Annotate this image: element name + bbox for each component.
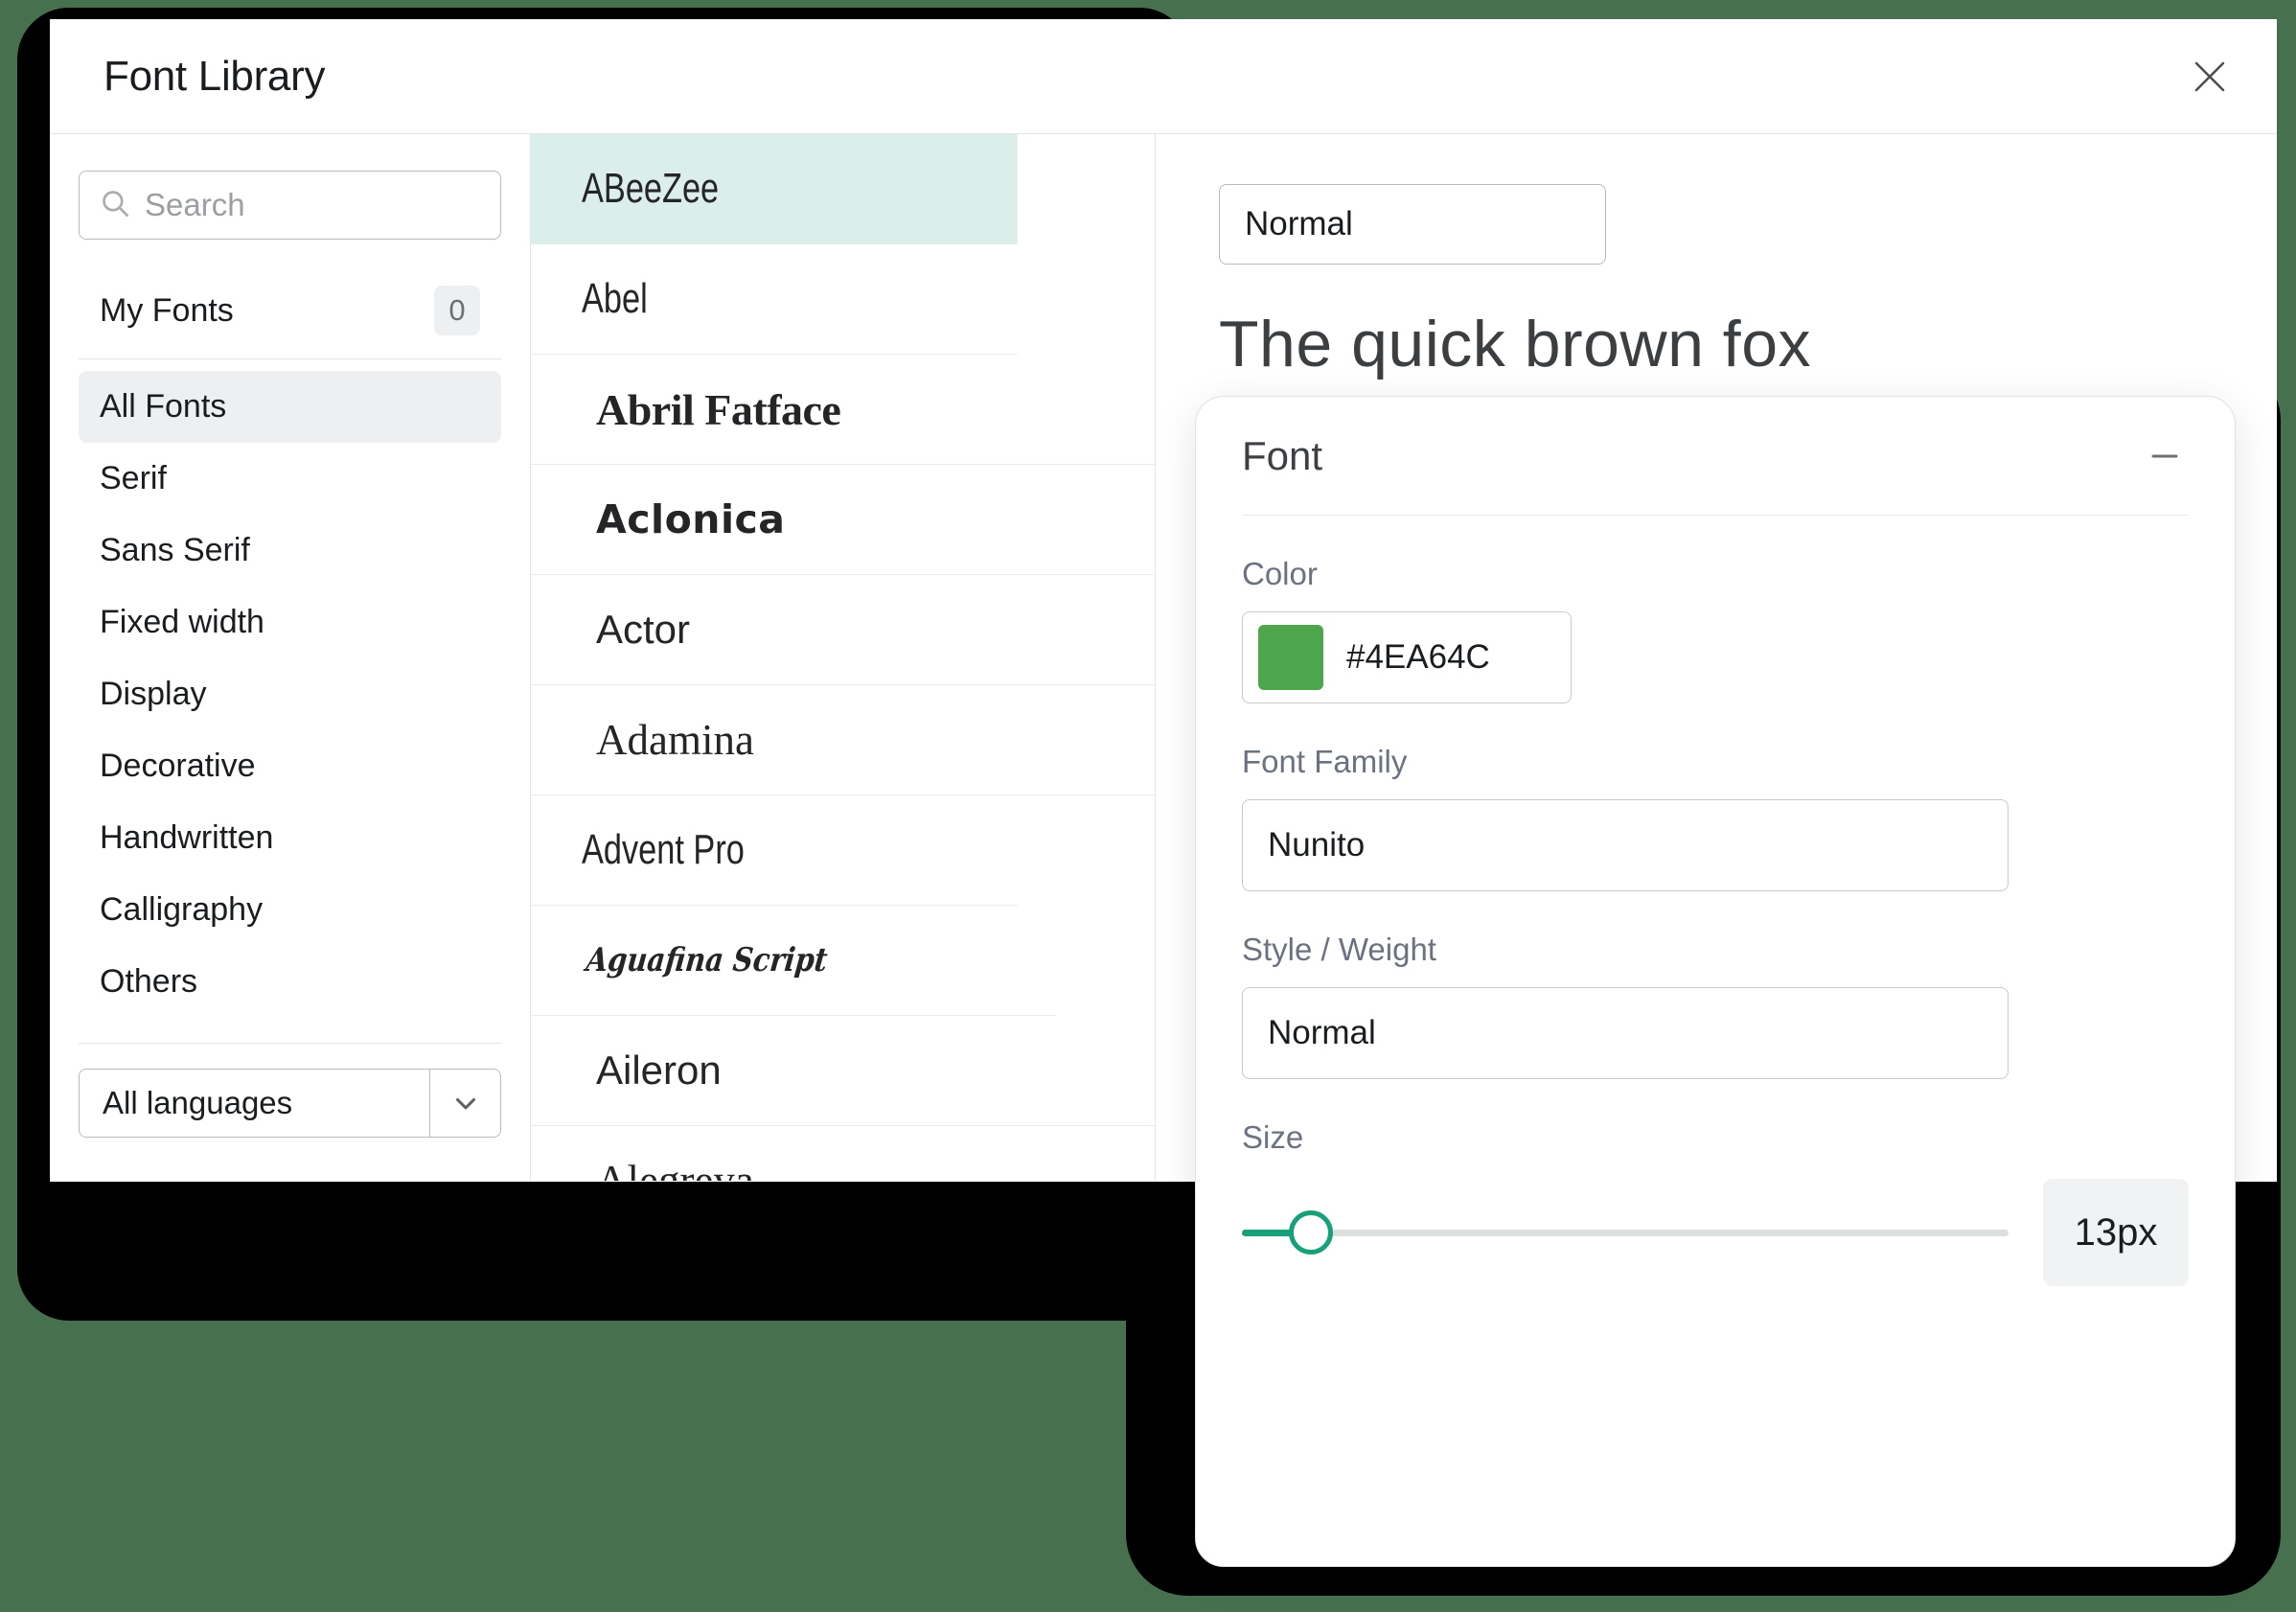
font-name: Adamina [596,715,754,765]
sidebar-item-all-fonts[interactable]: All Fonts [79,371,501,443]
title-bar: Font Library [50,19,2277,134]
language-select-value: All languages [80,1070,429,1137]
font-name: Advent Pro [582,826,745,874]
category-label: Fixed width [100,604,264,641]
color-picker-field[interactable]: #4EA64C [1242,611,1572,703]
sidebar-item-decorative[interactable]: Decorative [79,730,501,802]
language-select[interactable]: All languages [79,1069,501,1138]
font-list-item[interactable]: Adamina [531,685,1155,795]
category-list: All Fonts Serif Sans Serif Fixed width D… [79,371,501,1018]
chevron-down-icon[interactable] [429,1070,500,1137]
font-list-item[interactable]: Abril Fatface [531,355,1155,465]
font-panel-title: Font [1242,433,1322,479]
minimize-icon[interactable] [2141,432,2189,480]
slider-thumb[interactable] [1289,1210,1333,1255]
category-label: Decorative [100,748,256,785]
font-name: Aileron [596,1048,722,1094]
color-label: Color [1242,556,2189,592]
page-title: Font Library [103,53,325,101]
slider-track [1242,1230,2009,1236]
size-control-row: 13px [1242,1179,2189,1286]
language-divider [79,1043,501,1044]
font-name: Aclonica [596,496,785,542]
search-icon [99,187,131,224]
font-family-label: Font Family [1242,744,2189,780]
size-slider[interactable] [1242,1204,2009,1261]
category-label: Handwritten [100,819,273,857]
preview-style-select[interactable]: Normal [1219,184,1606,265]
sidebar-item-calligraphy[interactable]: Calligraphy [79,874,501,946]
my-fonts-count-badge: 0 [434,286,480,335]
sidebar-item-handwritten[interactable]: Handwritten [79,802,501,874]
preview-sample-text: The quick brown fox [1219,307,2277,381]
size-value-display: 13px [2043,1179,2189,1286]
sidebar-item-fixed-width[interactable]: Fixed width [79,587,501,658]
close-icon[interactable] [2183,50,2237,104]
category-label: Display [100,676,206,713]
size-label: Size [1242,1119,2189,1156]
font-list[interactable]: ABeeZee Abel Abril Fatface Aclonica Acto… [531,134,1156,1181]
font-list-item[interactable]: Aileron [531,1016,1155,1126]
sidebar-item-others[interactable]: Others [79,946,501,1018]
sidebar: Search My Fonts 0 All Fonts Serif Sans S… [50,134,531,1181]
category-label: Serif [100,460,167,497]
font-family-value: Nunito [1268,826,1365,864]
font-name: Aguafina Script [585,941,830,979]
color-swatch[interactable] [1258,625,1323,690]
font-panel-header: Font [1242,397,2189,516]
preview-style-value: Normal [1245,205,1353,243]
font-name: Alegreya [596,1156,754,1181]
font-list-item[interactable]: ABeeZee [531,134,1018,244]
my-fonts-label: My Fonts [100,292,234,330]
font-name: Abel [582,275,648,323]
style-weight-select[interactable]: Normal [1242,987,2009,1079]
font-list-item[interactable]: Alegreya [531,1126,1155,1181]
category-label: All Fonts [100,388,226,426]
sidebar-item-sans-serif[interactable]: Sans Serif [79,515,501,587]
color-hex-value: #4EA64C [1346,638,1490,677]
category-label: Others [100,963,197,1001]
font-name: ABeeZee [582,165,719,213]
font-list-item[interactable]: Aclonica [531,465,1155,575]
font-list-item[interactable]: Aguafina Script [531,906,1067,1016]
search-placeholder: Search [145,187,245,223]
search-input[interactable]: Search [79,171,501,240]
category-label: Sans Serif [100,532,250,569]
style-weight-value: Normal [1268,1014,1376,1052]
sidebar-item-display[interactable]: Display [79,658,501,730]
font-properties-panel: Font Color #4EA64C Font Family Nunito St… [1195,396,2236,1567]
style-weight-label: Style / Weight [1242,932,2189,968]
sidebar-item-my-fonts[interactable]: My Fonts 0 [79,265,501,357]
font-list-item[interactable]: Abel [531,244,1018,355]
font-name: Abril Fatface [596,384,840,435]
font-family-select[interactable]: Nunito [1242,799,2009,891]
sidebar-divider [79,358,501,359]
font-list-item[interactable]: Advent Pro [531,795,1018,906]
category-label: Calligraphy [100,891,263,929]
font-name: Actor [596,607,690,653]
font-list-item[interactable]: Actor [531,575,1155,685]
sidebar-item-serif[interactable]: Serif [79,443,501,515]
